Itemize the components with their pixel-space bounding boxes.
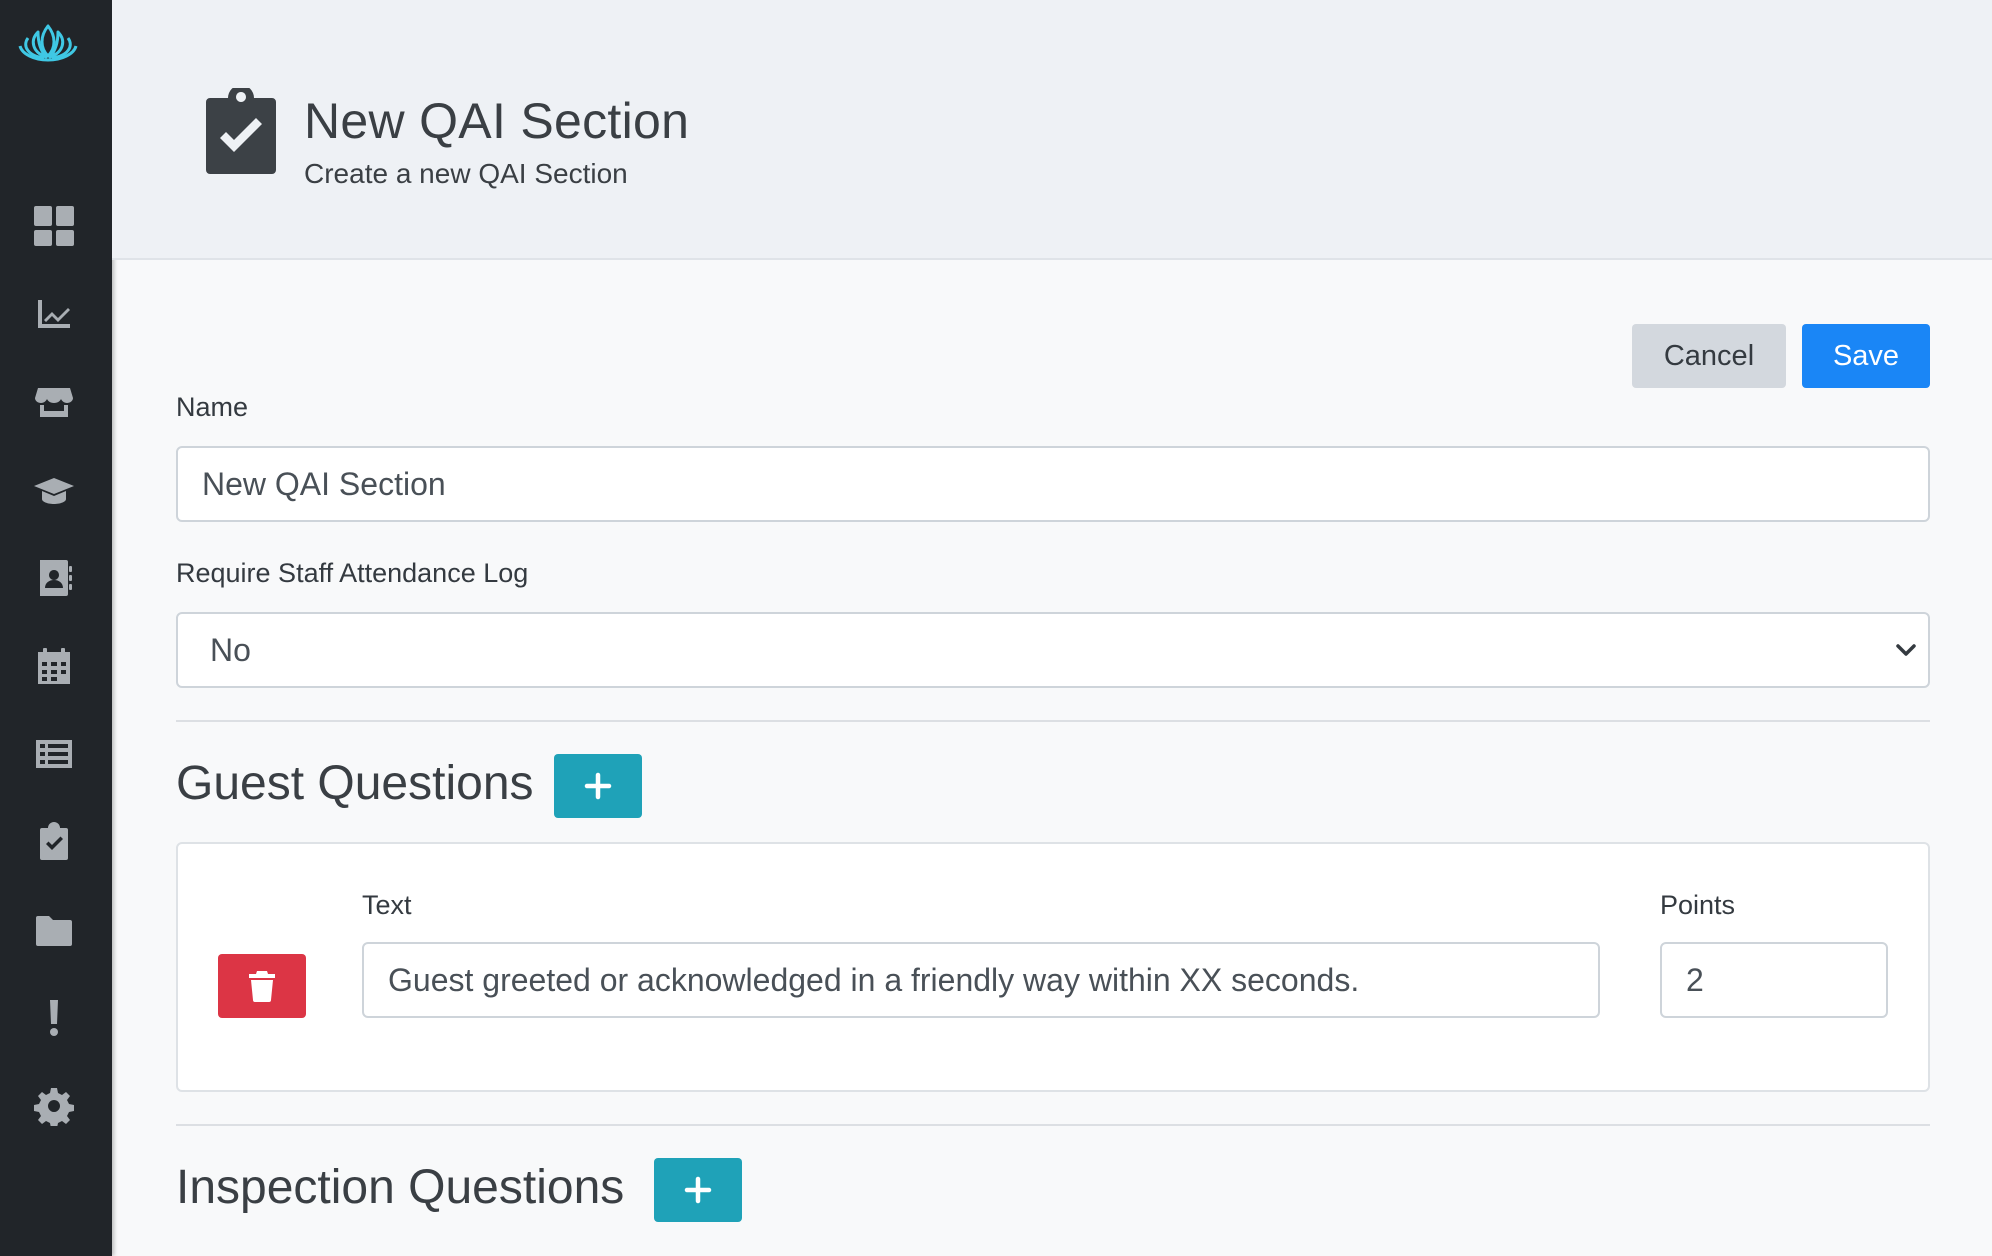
- nav-contacts[interactable]: [28, 552, 80, 604]
- name-label: Name: [176, 392, 249, 422]
- dashboard-icon: [34, 206, 74, 246]
- cancel-button[interactable]: Cancel: [1632, 324, 1786, 388]
- gear-icon: [34, 1088, 74, 1126]
- graduation-cap-icon: [34, 478, 74, 504]
- nav-qai[interactable]: [28, 816, 80, 868]
- chart-line-icon: [38, 300, 70, 328]
- question-text-input[interactable]: Guest greeted or acknowledged in a frien…: [362, 942, 1600, 1018]
- page-header: New QAI Section Create a new QAI Section: [112, 0, 1992, 260]
- nav-reports[interactable]: [28, 288, 80, 340]
- trash-icon: [249, 971, 275, 1002]
- attendance-select[interactable]: No: [176, 612, 1930, 688]
- attendance-label: Require Staff Attendance Log: [176, 558, 529, 588]
- nav-settings[interactable]: [28, 1080, 80, 1132]
- save-button[interactable]: Save: [1802, 324, 1930, 388]
- list-icon: [36, 740, 72, 768]
- store-icon: [35, 388, 73, 417]
- nav-dashboard[interactable]: [28, 200, 80, 252]
- nav-alerts[interactable]: [28, 992, 80, 1044]
- page-subtitle: Create a new QAI Section: [304, 158, 628, 189]
- nav-files[interactable]: [28, 904, 80, 956]
- question-text-label: Text: [362, 890, 412, 920]
- add-guest-question-button[interactable]: [554, 754, 642, 818]
- section-divider: [176, 1124, 1930, 1126]
- attendance-selected-value: No: [210, 631, 251, 668]
- inspection-questions-title: Inspection Questions: [176, 1161, 625, 1214]
- folder-icon: [36, 916, 72, 946]
- clipboard-check-icon: [40, 822, 68, 860]
- nav-training[interactable]: [28, 464, 80, 516]
- add-inspection-question-button[interactable]: [654, 1158, 742, 1222]
- nav-store[interactable]: [28, 376, 80, 428]
- question-points-label: Points: [1660, 890, 1736, 920]
- exclamation-icon: [50, 1000, 58, 1036]
- contact-book-icon: [40, 560, 72, 596]
- guest-questions-title: Guest Questions: [176, 757, 534, 810]
- lotus-logo[interactable]: [16, 20, 80, 64]
- nav-list[interactable]: [28, 728, 80, 780]
- nav-calendar[interactable]: [28, 640, 80, 692]
- question-points-input[interactable]: 2: [1660, 942, 1888, 1018]
- delete-question-button[interactable]: [218, 954, 306, 1018]
- page-title: New QAI Section: [304, 93, 690, 149]
- name-input[interactable]: New QAI Section: [176, 446, 1930, 522]
- calendar-icon: [38, 648, 70, 684]
- section-divider: [176, 720, 1930, 722]
- sidebar: [0, 0, 112, 1256]
- chevron-down-icon: [1896, 644, 1916, 656]
- plus-icon: [684, 1176, 712, 1204]
- plus-icon: [584, 772, 612, 800]
- clipboard-check-icon: [206, 88, 276, 174]
